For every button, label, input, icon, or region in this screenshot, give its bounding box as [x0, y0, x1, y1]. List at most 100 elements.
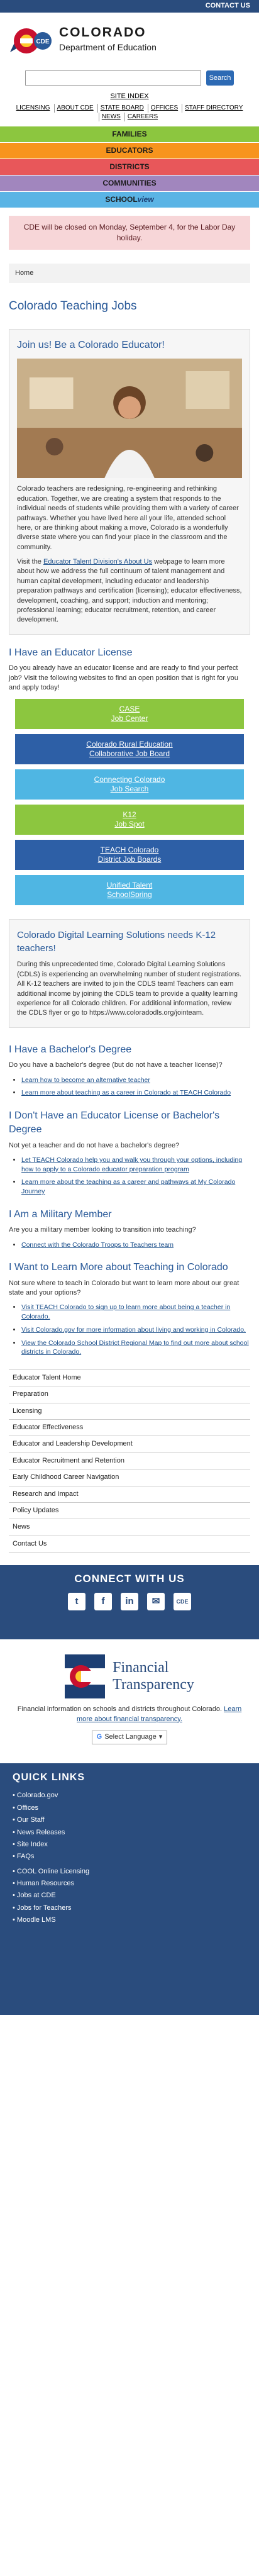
financial-transparency: Financial Transparency Financial informa…	[0, 1639, 259, 1753]
quick-link[interactable]: News Releases	[17, 1829, 65, 1836]
quick-links: QUICK LINKS Colorado.gov Offices Our Sta…	[0, 1763, 259, 2015]
bachelor-links: Learn how to become an alternative teach…	[21, 1076, 250, 1098]
case-job-center-button[interactable]: CASE Job Center	[15, 699, 244, 730]
section-nav-item[interactable]: News	[9, 1519, 250, 1536]
rural-education-job-board-button[interactable]: Colorado Rural Education Collaborative Jo…	[15, 734, 244, 765]
quick-link[interactable]: Site Index	[17, 1841, 48, 1848]
holiday-alert: CDE will be closed on Monday, September …	[9, 216, 250, 250]
license-paragraph: Do you already have an educator license …	[9, 664, 238, 691]
quick-links-title: QUICK LINKS	[13, 1771, 85, 1783]
schoolview-a: SCHOOL	[105, 195, 138, 204]
about-us-link[interactable]: Educator Talent Division's About Us	[43, 558, 152, 566]
learn-paragraph: Not sure where to teach in Colorado but …	[9, 1279, 240, 1297]
section-nav-item[interactable]: Educator Talent Home	[9, 1370, 250, 1387]
nav-communities[interactable]: COMMUNITIES	[0, 176, 259, 192]
troops-to-teachers-link[interactable]: Connect with the Colorado Troops to Teac…	[21, 1241, 174, 1249]
main-nav: FAMILIES EDUCATORS DISTRICTS COMMUNITIES…	[0, 126, 259, 209]
connect-title: CONNECT WITH US	[74, 1573, 185, 1585]
connecting-colorado-button[interactable]: Connecting Colorado Job Search	[15, 769, 244, 800]
military-links: Connect with the Colorado Troops to Teac…	[21, 1241, 250, 1250]
nav-families[interactable]: FAMILIES	[0, 126, 259, 143]
util-link-about[interactable]: ABOUT CDE	[53, 104, 96, 113]
dls-title: Colorado Digital Learning Solutions need…	[17, 930, 216, 954]
nav-schoolview[interactable]: SCHOOLview	[0, 192, 259, 209]
no-license-paragraph: Not yet a teacher and do not have a bach…	[9, 1141, 180, 1149]
dls-box: Colorado Digital Learning Solutions need…	[9, 919, 250, 1028]
nav-educators[interactable]: EDUCATORS	[0, 143, 259, 160]
quick-links-list-1: Colorado.gov Offices Our Staff News Rele…	[13, 1791, 246, 1861]
search-button[interactable]: Search	[206, 70, 234, 86]
join-paragraph-1: Colorado teachers are redesigning, re-en…	[17, 485, 239, 551]
k12-job-spot-button[interactable]: K12 Job Spot	[15, 805, 244, 835]
linkedin-icon[interactable]: in	[121, 1592, 138, 1610]
logo-title: COLORADO	[59, 25, 146, 40]
learn-heading: I Want to Learn More about Teaching in C…	[9, 1262, 228, 1273]
logo-subtitle: Department of Education	[59, 42, 157, 52]
quick-link[interactable]: COOL Online Licensing	[17, 1868, 89, 1875]
quick-link[interactable]: Jobs for Teachers	[17, 1904, 72, 1912]
colorado-gov-link[interactable]: Visit Colorado.gov for more information …	[21, 1326, 246, 1334]
colorado-logo[interactable]: CDE	[9, 20, 54, 57]
util-link-staff-directory[interactable]: STAFF DIRECTORY	[182, 104, 245, 113]
cde-badge: CDE	[36, 38, 49, 45]
site-index: SITE INDEX	[0, 92, 259, 101]
util-link-licensing[interactable]: LICENSING	[14, 104, 53, 113]
district-map-link[interactable]: View the Colorado School District Region…	[21, 1339, 249, 1356]
site-index-link[interactable]: SITE INDEX	[110, 92, 148, 100]
section-nav-item[interactable]: Licensing	[9, 1403, 250, 1420]
unified-talent-button[interactable]: Unified Talent SchoolSpring	[15, 875, 244, 906]
ft-paragraph: Financial information on schools and dis…	[17, 1705, 242, 1723]
quick-link[interactable]: Offices	[17, 1804, 38, 1812]
language-select[interactable]: G Select Language ▾	[92, 1730, 167, 1744]
section-nav-item[interactable]: Research and Impact	[9, 1486, 250, 1503]
quick-link[interactable]: Jobs at CDE	[17, 1892, 56, 1899]
util-link-news[interactable]: NEWS	[98, 113, 123, 122]
no-license-heading: I Don't Have an Educator License or Bach…	[9, 1110, 220, 1135]
quick-link[interactable]: Human Resources	[17, 1880, 74, 1887]
alt-teacher-link[interactable]: Learn how to become an alternative teach…	[21, 1076, 150, 1084]
teach-colorado-career-link[interactable]: Learn more about teaching as a career in…	[21, 1089, 231, 1096]
quick-link[interactable]: Moodle LMS	[17, 1916, 56, 1924]
section-nav-item[interactable]: Early Childhood Career Navigation	[9, 1469, 250, 1486]
section-nav-item[interactable]: Educator Recruitment and Retention	[9, 1453, 250, 1470]
util-link-careers[interactable]: CAREERS	[124, 113, 160, 122]
util-link-offices[interactable]: OFFICES	[147, 104, 180, 113]
util-link-state-board[interactable]: STATE BOARD	[97, 104, 146, 113]
section-nav-item[interactable]: Preparation	[9, 1386, 250, 1403]
military-paragraph: Are you a military member looking to tra…	[9, 1226, 196, 1234]
teacher-photo	[17, 359, 242, 479]
schoolview-b: view	[137, 195, 154, 204]
visit-teach-colorado-link[interactable]: Visit TEACH Colorado to sign up to learn…	[21, 1303, 230, 1320]
contact-us-link[interactable]: CONTACT US	[206, 1, 250, 11]
section-nav-item[interactable]: Policy Updates	[9, 1503, 250, 1520]
search-row: Search	[0, 64, 259, 88]
twitter-icon[interactable]: t	[68, 1592, 85, 1610]
search-input[interactable]	[25, 70, 201, 86]
teach-colorado-help-link[interactable]: Let TEACH Colorado help you and walk you…	[21, 1156, 242, 1173]
join-paragraph-2: Visit the Educator Talent Division's Abo…	[17, 558, 242, 624]
section-nav-item[interactable]: Contact Us	[9, 1536, 250, 1553]
financial-transparency-logo[interactable]: Financial Transparency	[9, 1654, 250, 1699]
quick-link[interactable]: Colorado.gov	[17, 1792, 58, 1799]
teach-colorado-button[interactable]: TEACH Colorado District Job Boards	[15, 840, 244, 871]
quick-link[interactable]: Our Staff	[17, 1816, 45, 1824]
military-heading: I Am a Military Member	[9, 1208, 112, 1220]
ft-title: Financial Transparency	[113, 1659, 194, 1693]
my-colorado-journey-link[interactable]: Learn more about the teaching as a caree…	[21, 1178, 235, 1195]
dls-paragraph: During this unprecedented time, Colorado…	[17, 961, 242, 1017]
quick-link[interactable]: FAQs	[17, 1853, 35, 1860]
no-license-links: Let TEACH Colorado help you and walk you…	[21, 1156, 250, 1196]
email-icon[interactable]: ✉	[147, 1592, 165, 1610]
breadcrumb-home[interactable]: Home	[15, 269, 33, 277]
breadcrumb: Home	[9, 263, 250, 284]
site-header: CDE COLORADO Department of Education	[0, 13, 259, 64]
social-icons: t f in ✉ CDE	[0, 1592, 259, 1610]
quick-links-list-2: COOL Online Licensing Human Resources Jo…	[13, 1867, 246, 1926]
facebook-icon[interactable]: f	[94, 1592, 112, 1610]
bachelor-paragraph: Do you have a bachelor's degree (but do …	[9, 1061, 223, 1069]
section-nav-item[interactable]: Educator Effectiveness	[9, 1420, 250, 1437]
bachelor-heading: I Have a Bachelor's Degree	[9, 1044, 132, 1055]
nav-districts[interactable]: DISTRICTS	[0, 159, 259, 176]
section-nav-item[interactable]: Educator and Leadership Development	[9, 1436, 250, 1453]
cde-icon[interactable]: CDE	[174, 1592, 191, 1610]
